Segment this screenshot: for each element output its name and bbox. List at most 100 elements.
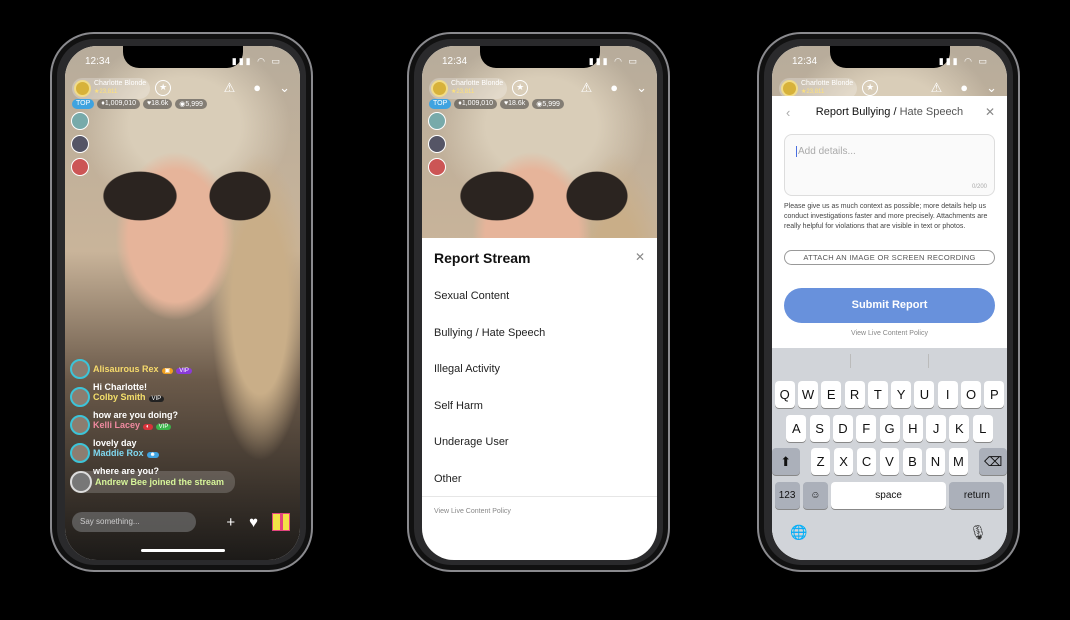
key-c[interactable]: C [856,448,877,475]
chat-bubbles-icon[interactable]: ● [253,80,261,96]
key-j[interactable]: J [926,415,947,442]
report-reason-item[interactable]: Other [434,473,462,485]
status-time: 12:34 [442,56,468,67]
report-reason-item[interactable]: Bullying / Hate Speech [434,327,545,339]
home-indicator [141,549,225,552]
close-icon[interactable]: ✕ [985,105,995,119]
details-placeholder: Add details... [796,146,856,157]
top-badge: TOP [429,99,452,109]
top-fan-avatar[interactable] [71,158,89,176]
chat-bubbles-icon[interactable]: ● [610,80,618,96]
microphone-icon[interactable]: 🎙 [969,524,987,541]
chat-avatar[interactable] [70,387,90,407]
say-something-input[interactable]: Say something... [72,512,196,532]
report-detail-screen: 12:34 ▮▮▮ ◠ ▭ Charlotte Blonde ★23,811 ★ ⚠… [772,46,1007,560]
report-reason-item[interactable]: Sexual Content [434,290,509,302]
key-p[interactable]: P [984,381,1005,408]
top-fan-avatar[interactable] [71,135,89,153]
streamer-name: Charlotte Blonde [801,80,854,87]
chat-avatar[interactable] [70,443,90,463]
attach-media-button[interactable]: ATTACH AN IMAGE OR SCREEN RECORDING [784,250,995,265]
top-fan-avatar[interactable] [428,158,446,176]
numbers-key[interactable]: 123 [774,482,800,509]
report-warning-icon[interactable]: ⚠ [931,80,943,96]
key-k[interactable]: K [949,415,970,442]
key-a[interactable]: A [786,415,807,442]
report-stream-sheet: Report Stream ✕ Sexual Content Bullying /… [422,238,657,560]
key-d[interactable]: D [832,415,853,442]
chat-username[interactable]: Maddie Rox [93,448,144,458]
report-stream-screen: 12:34 ▮▮▮ ◠ ▭ Charlotte Blonde ★23,811 ★ ⚠… [422,46,657,560]
chat-avatar[interactable] [70,359,90,379]
key-e[interactable]: E [821,381,842,408]
close-icon[interactable]: ✕ [635,250,645,264]
status-icons: ▮▮▮ ◠ ▭ [588,56,639,66]
status-time: 12:34 [85,56,111,67]
top-badge: TOP [72,99,95,109]
sheet-title: Report Stream [434,250,531,266]
emoji-key[interactable]: ☺ [802,482,828,509]
key-i[interactable]: I [937,381,958,408]
key-⬆[interactable]: ⬆ [772,448,800,475]
key-u[interactable]: U [914,381,935,408]
key-s[interactable]: S [809,415,830,442]
report-warning-icon[interactable]: ⚠ [224,80,236,96]
streamer-coins: ★23,811 [94,89,118,95]
chevron-down-icon[interactable]: ⌄ [636,80,647,96]
globe-icon[interactable]: 🌐 [790,524,807,541]
key-y[interactable]: Y [891,381,912,408]
key-t[interactable]: T [867,381,888,408]
follow-star-icon[interactable]: ★ [512,80,529,96]
key-h[interactable]: H [902,415,923,442]
report-reason-item[interactable]: Self Harm [434,400,483,412]
key-o[interactable]: O [961,381,982,408]
live-stream-screen: 12:34 ▮▮▮ ◠ ▭ Charlotte Blonde ★23,811 ★ ⚠… [65,46,300,560]
phone-report-detail: 12:34 ▮▮▮ ◠ ▭ Charlotte Blonde ★23,811 ★ ⚠… [757,32,1020,572]
key-⌫[interactable]: ⌫ [979,448,1007,475]
chevron-down-icon[interactable]: ⌄ [986,80,997,96]
submit-report-button[interactable]: Submit Report [784,288,995,323]
key-x[interactable]: X [833,448,854,475]
chat-username[interactable]: Colby Smith [93,392,146,402]
key-m[interactable]: M [948,448,969,475]
report-reason-item[interactable]: Illegal Activity [434,363,500,375]
chat-username[interactable]: Alisaurous Rex [93,364,159,374]
streamer-avatar [74,79,91,97]
chat-username[interactable]: Kelli Lacey [93,420,140,430]
details-textarea[interactable]: Add details... 0/200 [784,134,995,196]
top-fan-avatar[interactable] [71,112,89,130]
suggestion-bar [772,348,1007,374]
likes-count: ♥18.6k [499,99,530,109]
top-fan-avatar[interactable] [428,112,446,130]
space-key[interactable]: space [831,482,947,509]
streamer-profile[interactable]: Charlotte Blonde ★23,811 [72,77,151,99]
phone-report-stream: 12:34 ▮▮▮ ◠ ▭ Charlotte Blonde ★23,811 ★ ⚠… [407,32,670,572]
follow-star-icon[interactable]: ★ [862,80,879,96]
key-l[interactable]: L [972,415,993,442]
return-key[interactable]: return [949,482,1005,509]
key-n[interactable]: N [925,448,946,475]
key-b[interactable]: B [902,448,923,475]
gift-icon[interactable] [272,513,290,531]
chat-bubbles-icon[interactable]: ● [960,80,968,96]
report-reason-item[interactable]: Underage User [434,436,509,448]
content-policy-link[interactable]: View Live Content Policy [434,508,511,515]
key-f[interactable]: F [856,415,877,442]
streamer-profile[interactable]: Charlotte Blonde ★23,811 [429,77,508,99]
key-r[interactable]: R [844,381,865,408]
plus-icon[interactable]: + [226,514,235,531]
top-fan-avatar[interactable] [428,135,446,153]
key-q[interactable]: Q [774,381,795,408]
chat-text: where are you? [93,466,160,476]
key-g[interactable]: G [879,415,900,442]
key-v[interactable]: V [879,448,900,475]
user-badge: VIP [176,368,192,374]
chevron-down-icon[interactable]: ⌄ [279,80,290,96]
key-z[interactable]: Z [810,448,831,475]
chat-avatar[interactable] [70,415,90,435]
content-policy-link[interactable]: View Live Content Policy [772,330,1007,337]
key-w[interactable]: W [797,381,818,408]
follow-star-icon[interactable]: ★ [155,80,172,96]
report-warning-icon[interactable]: ⚠ [581,80,593,96]
heart-icon[interactable]: ♥ [249,514,258,531]
